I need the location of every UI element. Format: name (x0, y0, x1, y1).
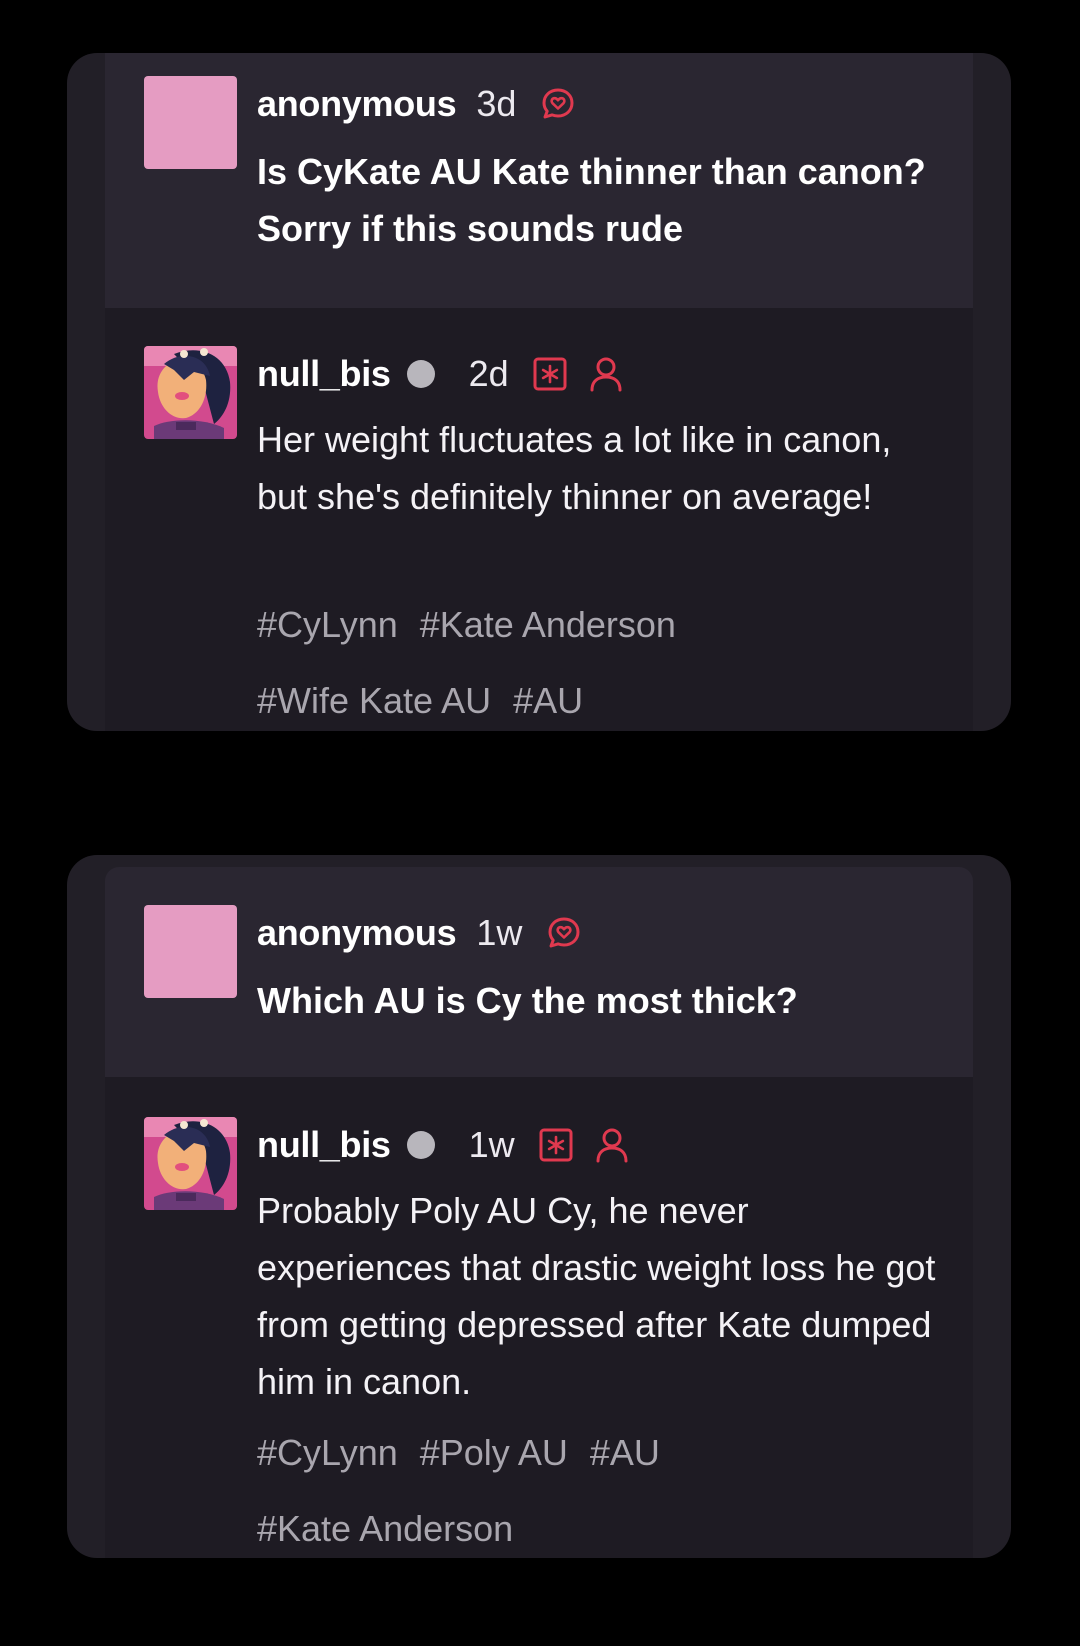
status-dot (406, 1131, 435, 1159)
tag[interactable]: #CyLynn (257, 1432, 398, 1474)
status-dot (406, 360, 435, 388)
anonymous-avatar[interactable] (144, 76, 237, 169)
tag[interactable]: #AU (590, 1432, 660, 1474)
asterisk-badge-icon (533, 357, 567, 391)
question-text: Which AU is Cy the most thick? (257, 980, 798, 1021)
ask-bubble-heart-icon (540, 86, 576, 122)
question-author[interactable]: anonymous (257, 83, 457, 125)
asterisk-badge-icon (539, 1128, 573, 1162)
tag-line: #CyLynn #Kate Anderson (257, 587, 947, 663)
tag[interactable]: #Kate Anderson (257, 1508, 513, 1550)
null-bis-avatar[interactable] (144, 346, 237, 439)
person-icon[interactable] (589, 356, 623, 392)
tag[interactable]: #Wife Kate AU (257, 680, 491, 722)
post-card: anonymous 1w Which AU is Cy the most thi… (67, 855, 1011, 1558)
anonymous-avatar[interactable] (144, 905, 237, 998)
answer-header: null_bis 1w (257, 1120, 629, 1170)
tag-line: #Wife Kate AU #AU (257, 663, 947, 731)
tag-list: #CyLynn #Poly AU #AU #Kate Anderson (257, 1415, 947, 1558)
null-bis-avatar[interactable] (144, 1117, 237, 1210)
post-card: anonymous 3d Is CyKate AU Kate thinner t… (67, 53, 1011, 731)
tag[interactable]: #Poly AU (420, 1432, 568, 1474)
answer-author[interactable]: null_bis (257, 353, 391, 395)
tag[interactable]: #CyLynn (257, 604, 398, 646)
question-time: 3d (476, 83, 517, 124)
question-author[interactable]: anonymous (257, 912, 457, 954)
answer-header: null_bis 2d (257, 349, 623, 399)
answer-time: 2d (468, 353, 509, 394)
answer-time: 1w (468, 1124, 515, 1165)
answer-text: Probably Poly AU Cy, he never experience… (257, 1190, 936, 1402)
tag-line: #Kate Anderson (257, 1491, 947, 1558)
answer-text: Her weight fluctuates a lot like in cano… (257, 419, 892, 517)
question-text: Is CyKate AU Kate thinner than canon? So… (257, 151, 926, 249)
question-header: anonymous 1w (257, 908, 582, 958)
ask-bubble-heart-icon (546, 915, 582, 951)
tag[interactable]: #Kate Anderson (420, 604, 676, 646)
answer-author[interactable]: null_bis (257, 1124, 391, 1166)
tag-list: #CyLynn #Kate Anderson #Wife Kate AU #AU (257, 587, 947, 731)
question-time: 1w (476, 912, 523, 953)
question-header: anonymous 3d (257, 79, 576, 129)
person-icon[interactable] (595, 1127, 629, 1163)
tag-line: #CyLynn #Poly AU #AU (257, 1415, 947, 1491)
tag[interactable]: #AU (513, 680, 583, 722)
